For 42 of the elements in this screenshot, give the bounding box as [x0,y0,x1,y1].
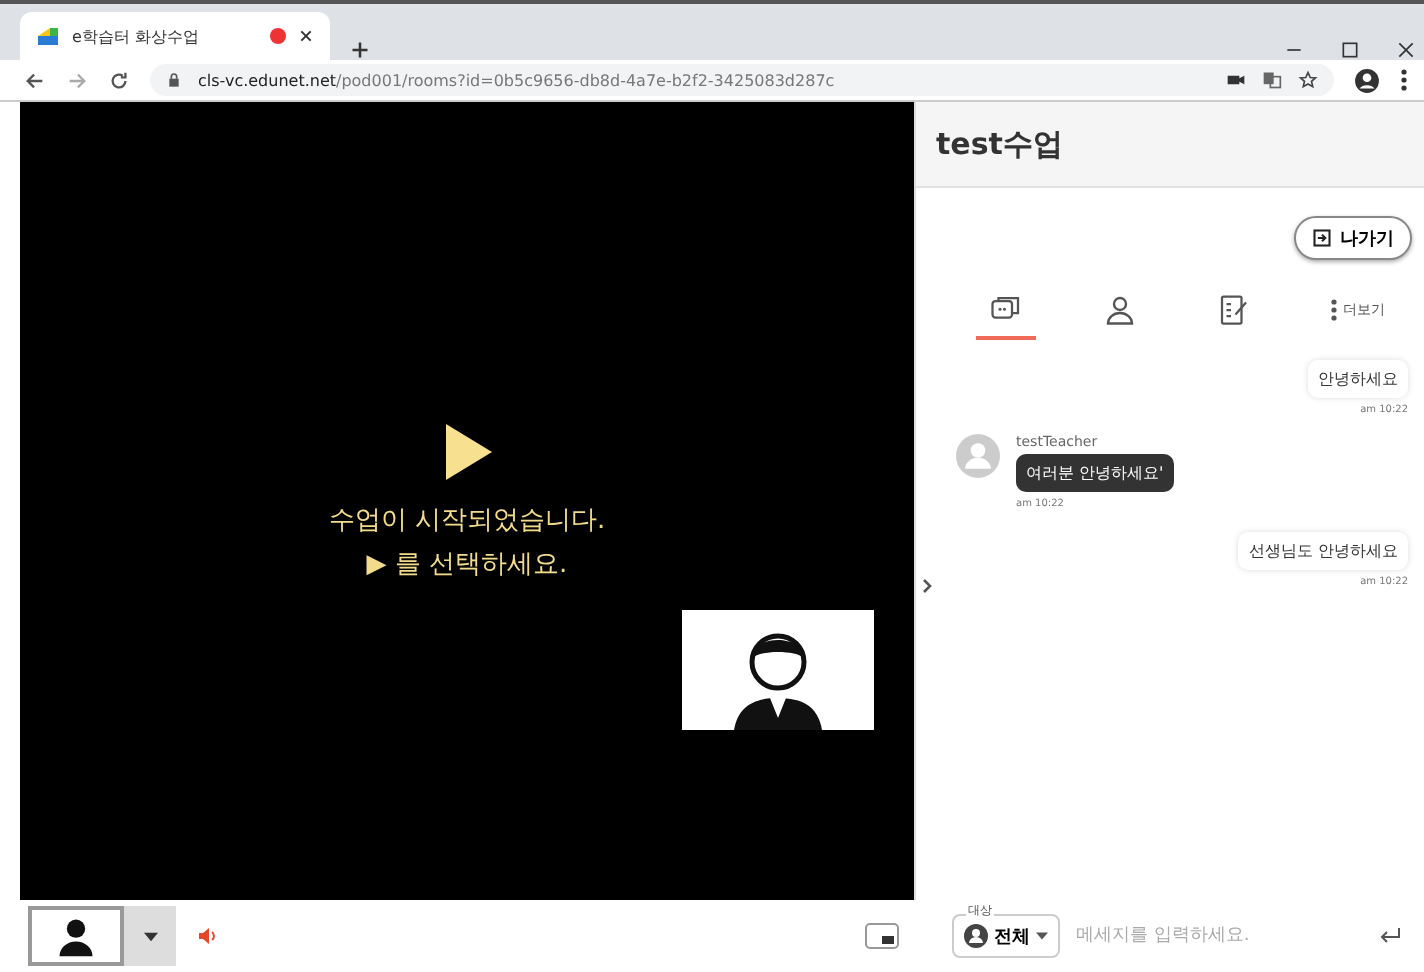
maximize-icon [1340,40,1360,60]
play-icon[interactable] [441,421,493,481]
profile-icon [1354,67,1380,93]
collapse-icon[interactable] [922,578,932,594]
reload-icon [108,69,130,91]
exit-icon [1312,228,1332,248]
status-message: ▶ 를 선택하세요. [364,547,570,581]
menu-icon [1400,68,1408,92]
chat-message: 여러분 안녕하세요' [1016,454,1174,492]
notes-icon [1215,292,1251,328]
person-icon [1101,292,1137,328]
speaker-icon[interactable] [196,924,220,948]
chat-message: 안녕하세요 [1308,360,1408,398]
close-icon [298,28,314,44]
close-icon [1396,40,1416,60]
recording-icon [270,28,286,44]
person-icon [964,924,988,948]
avatar-icon [956,434,1000,478]
url-text: cls-vc.edunet.net/pod001/rooms?id=0b5c9656-db8d-4a7e-b2f2-3425083d287c [198,71,835,89]
recipient-select[interactable]: 전체 [952,914,1060,958]
new-tab-icon[interactable] [350,40,370,60]
chat-message: 선생님도 안녕하세요 [1238,532,1408,570]
more-icon [1329,298,1337,322]
forward-icon [66,69,88,91]
exit-button[interactable]: 나가기 [1294,216,1412,260]
send-icon[interactable] [1376,924,1404,948]
caret-icon [1036,932,1048,940]
star-icon [1298,70,1318,90]
caret-icon [143,931,157,941]
tab-title: e학습터 화상수업 [72,25,201,47]
panel-title: test수업 [916,102,1424,188]
camera-select-button[interactable] [28,906,124,966]
address-bar[interactable]: cls-vc.edunet.net/pod001/rooms?id=0b5c9656-db8d-4a7e-b2f2-3425083d287c [150,64,1334,96]
status-message: 수업이 시작되었습니다. [328,503,606,537]
camera-icon [1226,70,1246,90]
app-icon [36,24,60,48]
picture-in-picture-icon[interactable] [864,922,900,950]
lock-icon [166,72,182,88]
translate-icon [1262,70,1282,90]
browser-tab[interactable]: e학습터 화상수업 [20,12,330,60]
back-icon [24,69,46,91]
user-icon [54,914,98,958]
